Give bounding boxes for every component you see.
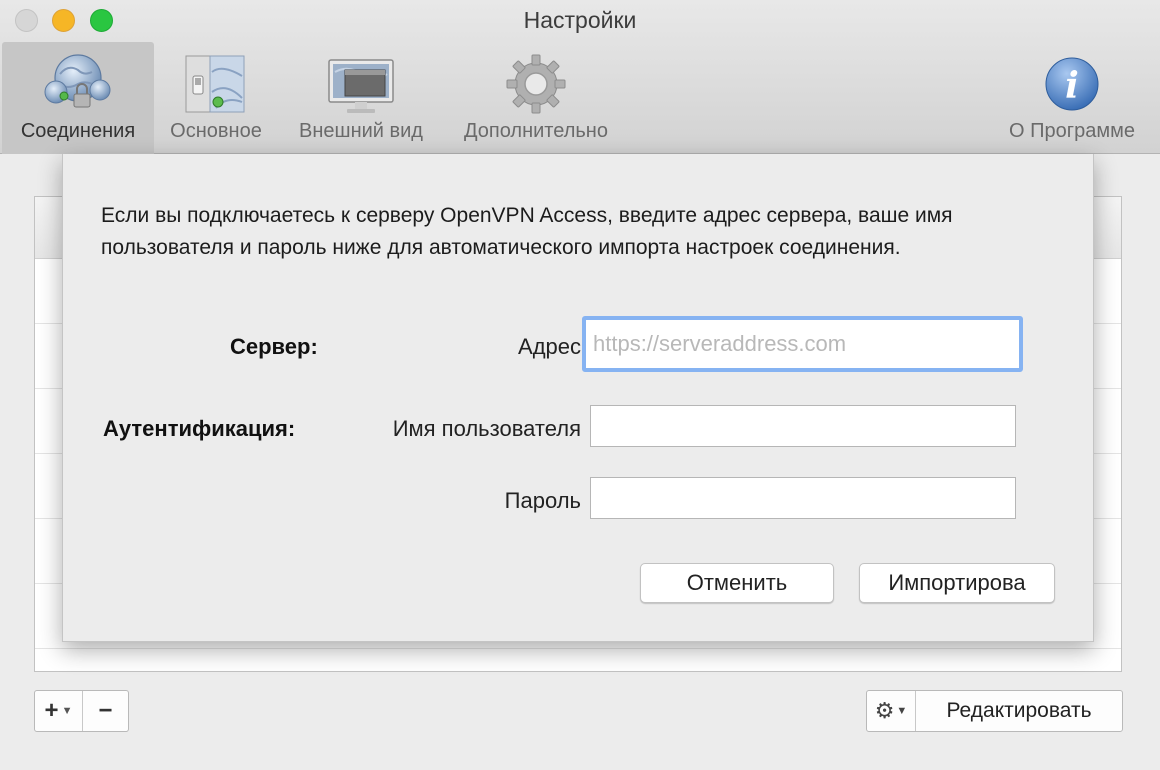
tab-appearance-label: Внешний вид bbox=[299, 120, 423, 142]
globe-connections-icon bbox=[44, 52, 112, 116]
switch-panel-icon bbox=[182, 52, 250, 116]
add-remove-control: + ▼ − bbox=[34, 690, 129, 732]
address-label: Адрес bbox=[518, 334, 581, 359]
tab-general-label: Основное bbox=[170, 120, 262, 142]
tab-advanced-label: Дополнительно bbox=[464, 120, 608, 142]
svg-text:i: i bbox=[1065, 65, 1079, 107]
info-icon: i bbox=[1038, 52, 1106, 116]
chevron-down-icon: ▼ bbox=[896, 705, 908, 717]
username-input[interactable] bbox=[590, 405, 1016, 447]
gear-icon bbox=[502, 52, 570, 116]
window-toolbar: Настройки Соединения Основное Внешний ви… bbox=[0, 0, 1160, 154]
authentication-label: Аутентификация: bbox=[103, 416, 296, 441]
import-button[interactable]: Импортирова bbox=[859, 563, 1055, 603]
password-label: Пароль bbox=[504, 488, 581, 513]
window-title: Настройки bbox=[523, 7, 637, 33]
minus-icon: − bbox=[98, 697, 113, 724]
cancel-button[interactable]: Отменить bbox=[640, 563, 834, 603]
tab-general[interactable]: Основное bbox=[157, 42, 275, 154]
chevron-down-icon: ▼ bbox=[61, 705, 73, 717]
password-input[interactable] bbox=[590, 477, 1016, 519]
monitor-icon bbox=[327, 52, 395, 116]
import-sheet: Если вы подключаетесь к серверу OpenVPN … bbox=[62, 154, 1094, 642]
gear-icon: ⚙ bbox=[874, 698, 895, 723]
username-label: Имя пользователя bbox=[392, 416, 581, 441]
edit-control-group: ⚙ ▼ Редактировать bbox=[866, 690, 1123, 732]
sheet-description: Если вы подключаетесь к серверу OpenVPN … bbox=[101, 204, 953, 259]
server-label: Сервер: bbox=[230, 334, 318, 359]
plus-icon: + bbox=[44, 697, 59, 724]
tab-about-label: О Программе bbox=[1009, 120, 1135, 142]
server-address-input[interactable] bbox=[582, 316, 1023, 372]
tab-about[interactable]: i О Программе bbox=[990, 42, 1154, 154]
edit-button[interactable]: Редактировать bbox=[916, 691, 1122, 731]
tab-appearance[interactable]: Внешний вид bbox=[285, 42, 437, 154]
tab-connections-label: Соединения bbox=[20, 120, 136, 142]
tab-advanced[interactable]: Дополнительно bbox=[447, 42, 625, 154]
actions-menu-button[interactable]: ⚙ ▼ bbox=[867, 691, 916, 731]
remove-connection-button[interactable]: − bbox=[82, 691, 128, 731]
add-connection-button[interactable]: + ▼ bbox=[35, 691, 82, 731]
tab-connections[interactable]: Соединения bbox=[2, 42, 154, 154]
